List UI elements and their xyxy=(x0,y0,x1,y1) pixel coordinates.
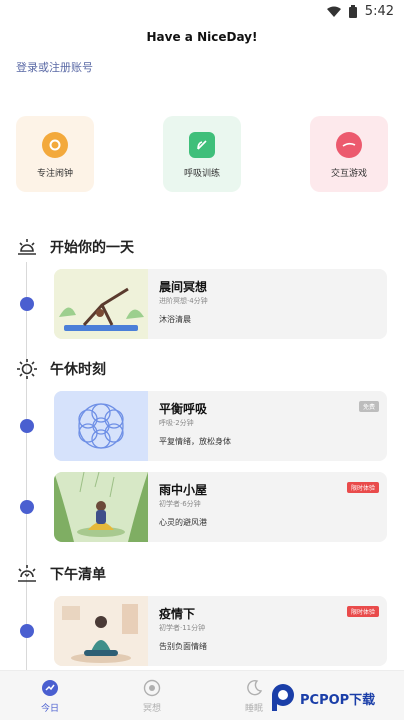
tab-meditate[interactable]: 冥想 xyxy=(112,671,192,720)
course-card[interactable]: 疫情下 初学者·11分钟 告别负面情绪 限时体验 xyxy=(54,596,387,666)
battery-icon xyxy=(348,5,357,18)
quick-card-label: 呼吸训练 xyxy=(183,169,220,179)
course-card[interactable]: 晨间冥想 进阶冥想·4分钟 沐浴清晨 xyxy=(54,269,387,339)
quick-actions: 专注闹钟 呼吸训练 交互游戏 xyxy=(0,116,404,192)
card-subtitle: 进阶冥想·4分钟 xyxy=(159,297,208,305)
status-time: 5:42 xyxy=(364,4,394,19)
flower-illustration xyxy=(54,391,148,461)
wifi-icon xyxy=(326,6,341,17)
course-card[interactable]: 雨中小屋 初学者·6分钟 心灵的避风港 限时体验 xyxy=(54,472,387,542)
card-description: 平复情绪，放松身体 xyxy=(159,437,231,446)
timeline-dot xyxy=(20,624,34,638)
limited-trial-badge: 限时体验 xyxy=(346,482,379,493)
tab-label: 冥想 xyxy=(142,704,161,714)
card-description: 心灵的避风港 xyxy=(159,518,207,527)
tab-label: 今日 xyxy=(40,704,59,714)
section-morning: 开始你的一天 xyxy=(16,236,134,258)
card-subtitle: 初学者·6分钟 xyxy=(159,500,201,508)
course-card[interactable]: 平衡呼吸 呼吸·2分钟 平复情绪，放松身体 免费 xyxy=(54,391,387,461)
rain-cabin-illustration xyxy=(54,472,148,542)
card-description: 告别负面情绪 xyxy=(159,642,207,651)
card-description: 沐浴清晨 xyxy=(159,315,191,324)
pcpop-watermark: PCPOP下载 xyxy=(270,680,398,716)
card-title: 雨中小屋 xyxy=(159,483,208,497)
timeline-dot xyxy=(20,419,34,433)
quick-card-breathing[interactable]: 呼吸训练 xyxy=(163,116,241,192)
app-title: Have a NiceDay! xyxy=(146,30,258,44)
moon-icon xyxy=(247,679,263,696)
quick-card-games[interactable]: 交互游戏 xyxy=(310,116,388,192)
timeline-line xyxy=(26,262,27,670)
sitting-person-illustration xyxy=(54,596,148,666)
login-link[interactable]: 登录或注册账号 xyxy=(16,59,93,75)
today-icon xyxy=(42,680,58,696)
section-noon: 午休时刻 xyxy=(16,358,106,380)
sun-icon xyxy=(17,359,37,379)
status-bar: 5:42 xyxy=(0,0,404,24)
card-title: 疫情下 xyxy=(159,607,196,621)
quick-card-label: 交互游戏 xyxy=(330,169,367,179)
quick-card-focus-alarm[interactable]: 专注闹钟 xyxy=(16,116,94,192)
meditate-icon xyxy=(143,679,161,697)
ball-icon xyxy=(336,132,362,158)
section-afternoon: 下午清单 xyxy=(16,563,106,585)
status-icons: 5:42 xyxy=(326,4,394,19)
section-title: 开始你的一天 xyxy=(50,240,134,256)
sunrise-icon xyxy=(18,239,36,255)
timeline-dot xyxy=(20,297,34,311)
card-title: 平衡呼吸 xyxy=(159,402,208,416)
card-subtitle: 初学者·11分钟 xyxy=(159,624,206,632)
card-subtitle: 呼吸·2分钟 xyxy=(159,419,194,427)
limited-trial-badge: 限时体验 xyxy=(346,606,379,617)
pcpop-logo-icon xyxy=(272,684,294,711)
sunset-icon xyxy=(18,565,36,582)
free-badge: 免费 xyxy=(358,401,379,412)
leaf-icon xyxy=(189,132,215,158)
quick-card-label: 专注闹钟 xyxy=(36,169,73,179)
yoga-illustration xyxy=(54,269,148,339)
alarm-icon xyxy=(42,132,68,158)
card-title: 晨间冥想 xyxy=(159,280,208,294)
tab-today[interactable]: 今日 xyxy=(10,671,90,720)
section-title: 午休时刻 xyxy=(50,362,106,378)
section-title: 下午清单 xyxy=(50,567,106,583)
watermark-text: PCPOP下载 xyxy=(300,692,376,708)
timeline-dot xyxy=(20,500,34,514)
